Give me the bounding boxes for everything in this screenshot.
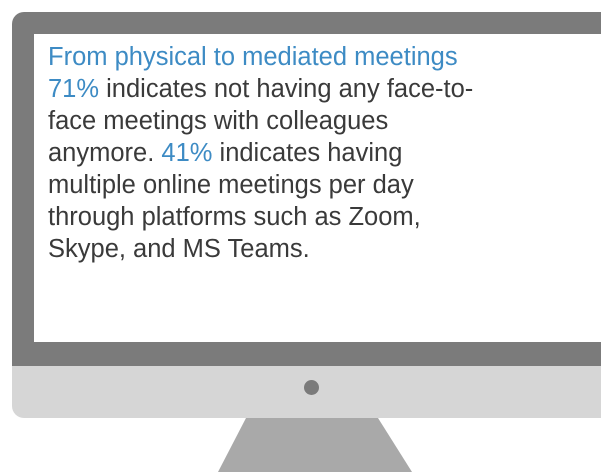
- card-heading: From physical to mediated meetings: [48, 43, 458, 71]
- body-line-2: face meetings with colleagues: [48, 107, 389, 135]
- body-line-5: through platforms such as Zoom,: [48, 203, 421, 231]
- body-line-1: 71% indicates not having any face-to-: [48, 73, 596, 105]
- body-line-3-text: indicates having: [212, 139, 403, 167]
- monitor-screen: From physical to mediated meetings 71% i…: [34, 34, 601, 342]
- power-dot-icon: [304, 380, 319, 395]
- body-line-1-text: indicates not having any face-to-: [99, 75, 474, 103]
- stat-card: From physical to mediated meetings 71% i…: [48, 41, 596, 265]
- monitor-stand: [218, 418, 412, 472]
- stat-online-meetings: 41%: [161, 139, 213, 167]
- stand-neck: [218, 418, 412, 472]
- monitor-illustration: From physical to mediated meetings 71% i…: [0, 0, 601, 472]
- body-line-4: multiple online meetings per day: [48, 171, 414, 199]
- stat-face-to-face: 71%: [48, 75, 100, 103]
- body-line-6: Skype, and MS Teams.: [48, 235, 310, 263]
- body-line-3-start: anymore.: [48, 139, 162, 167]
- body-line-3: anymore. 41% indicates having: [48, 137, 596, 169]
